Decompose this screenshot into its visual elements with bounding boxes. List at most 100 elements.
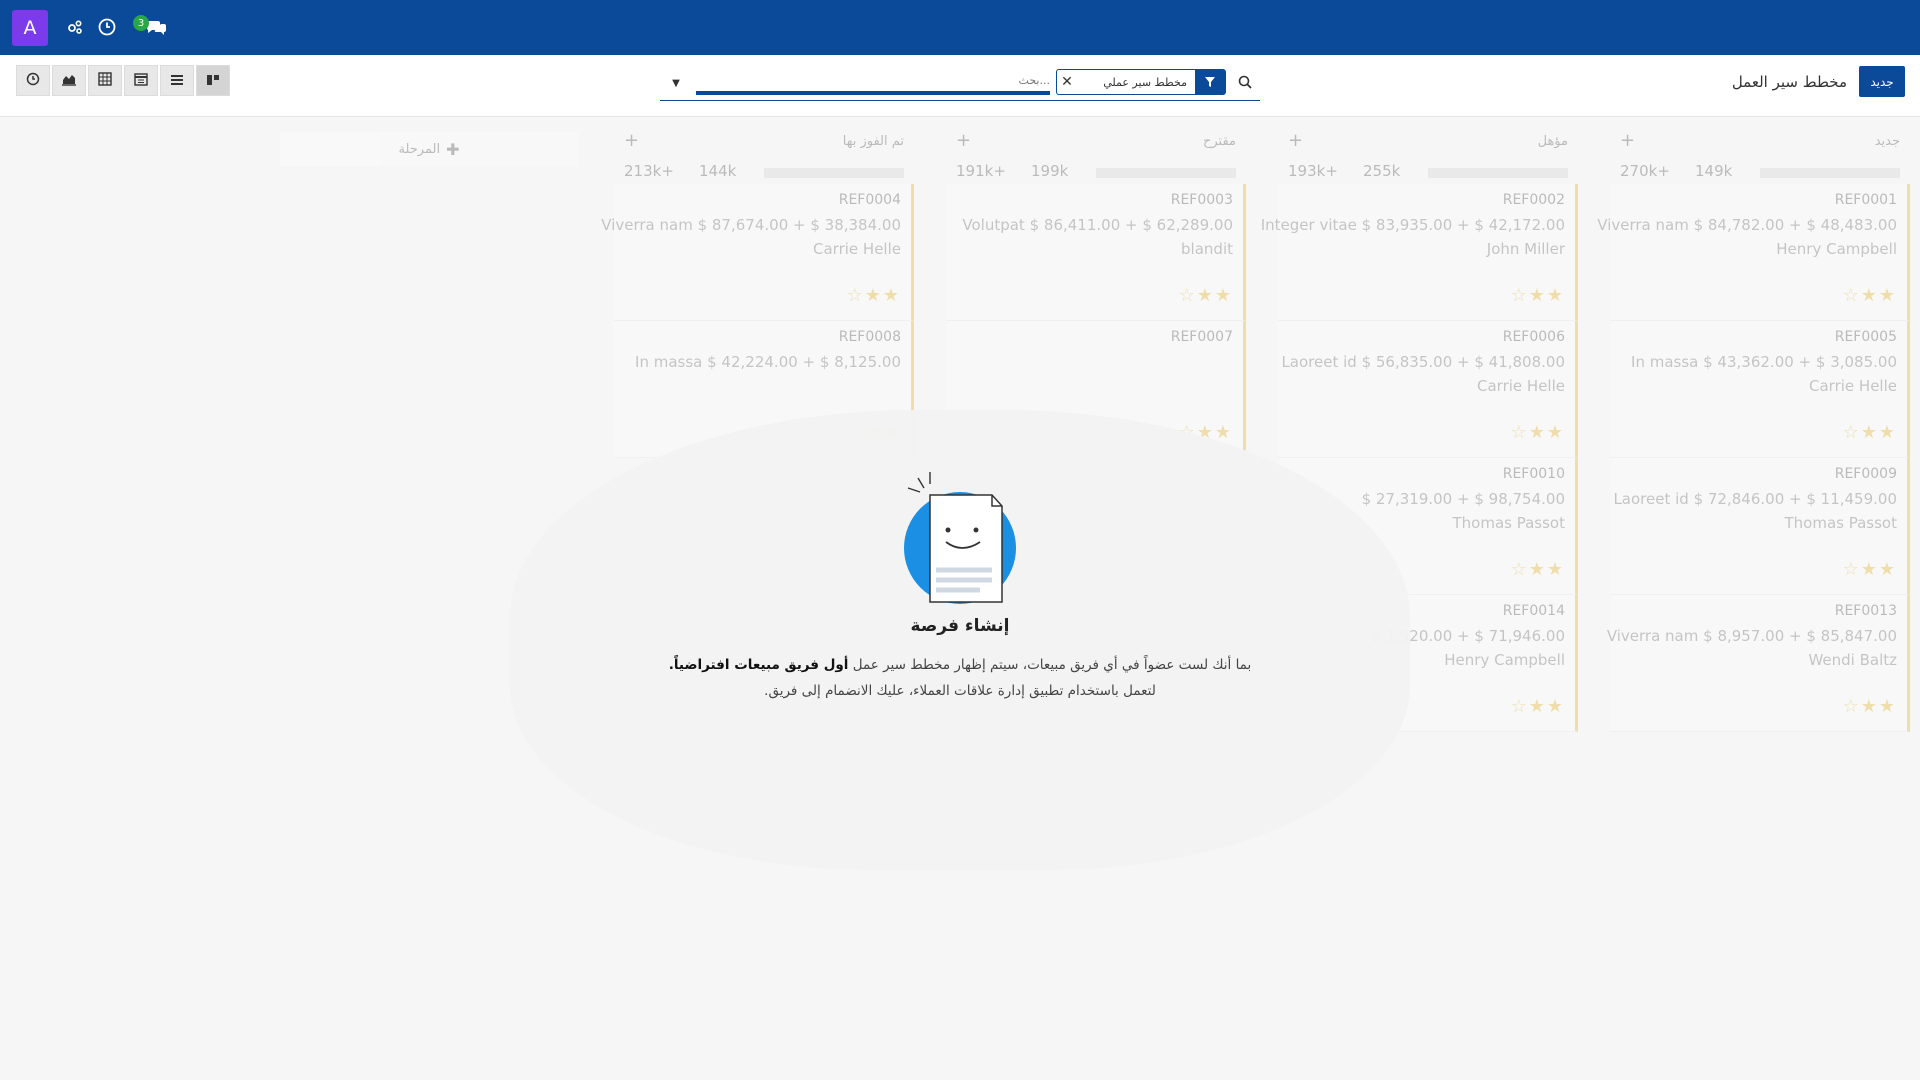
activity-view-button[interactable] bbox=[16, 65, 50, 96]
card-summary: Viverra nam $ 8,957.00 + $ 85,847.00 bbox=[1606, 627, 1897, 645]
column-title: مقترح bbox=[1202, 134, 1236, 149]
list-icon bbox=[170, 71, 184, 90]
card-summary: Volutpat $ 86,411.00 + $ 62,289.00 bbox=[962, 216, 1233, 234]
kanban-card[interactable]: REF0005 In massa $ 43,362.00 + $ 3,085.00… bbox=[1610, 321, 1910, 458]
priority-stars-icon[interactable]: ☆★★ bbox=[1843, 559, 1897, 580]
card-summary: Viverra nam $ 87,674.00 + $ 38,384.00 bbox=[601, 216, 901, 234]
list-view-button[interactable] bbox=[160, 65, 194, 96]
priority-stars-icon[interactable]: ☆★★ bbox=[1511, 422, 1565, 443]
card-summary: $ 27,319.00 + $ 98,754.00 bbox=[1361, 490, 1565, 508]
priority-stars-icon[interactable]: ☆★★ bbox=[1843, 285, 1897, 306]
card-summary: Laoreet id $ 56,835.00 + $ 41,808.00 bbox=[1281, 353, 1565, 371]
filter-icon bbox=[1195, 70, 1225, 94]
plus-icon[interactable]: + bbox=[956, 130, 971, 151]
card-ref: REF0001 bbox=[1834, 192, 1897, 208]
card-ref: REF0014 bbox=[1502, 603, 1565, 619]
column-header: مقترح + bbox=[946, 130, 1246, 160]
card-salesperson: blandit bbox=[1181, 240, 1233, 258]
column-subtotal: 199k bbox=[1031, 162, 1069, 180]
search-bar: مخطط سير عملي ✕ ▼ bbox=[660, 65, 1260, 101]
progress-bar bbox=[764, 168, 904, 178]
column-title: جديد bbox=[1874, 134, 1900, 149]
kanban-column: مقترح +191k+ 199k REF0003 Volutpat $ 86,411.… bbox=[946, 130, 1246, 458]
progress-bar bbox=[1096, 168, 1236, 178]
clock-icon bbox=[26, 71, 40, 90]
column-total: 213k+ bbox=[624, 162, 674, 180]
card-salesperson: Thomas Passot bbox=[1784, 514, 1898, 532]
card-salesperson: Wendi Baltz bbox=[1808, 651, 1897, 669]
help-panel: إنشاء فرصة بما أنك لست عضواً في أي فريق … bbox=[660, 470, 1260, 704]
card-summary: Viverra nam $ 84,782.00 + $ 48,483.00 bbox=[1597, 216, 1897, 234]
new-button[interactable]: جديد bbox=[1859, 66, 1905, 97]
facet-label: مخطط سير عملي bbox=[1103, 75, 1187, 89]
column-title: مؤهل bbox=[1537, 134, 1568, 149]
kanban-card[interactable]: REF0002 Integer vitae $ 83,935.00 + $ 42,… bbox=[1261, 184, 1578, 321]
card-salesperson: Thomas Passot bbox=[1452, 514, 1566, 532]
column-progress: 191k+ 199k bbox=[946, 160, 1246, 184]
calendar-icon bbox=[134, 71, 148, 90]
priority-stars-icon[interactable]: ☆★★ bbox=[1511, 285, 1565, 306]
priority-stars-icon[interactable]: ☆★★ bbox=[1843, 696, 1897, 717]
plus-icon: ✚ bbox=[446, 139, 460, 159]
calendar-view-button[interactable] bbox=[124, 65, 158, 96]
help-text-part2: لتعمل باستخدام تطبيق إدارة علاقات العملا… bbox=[764, 683, 1156, 699]
kanban-card[interactable]: REF0006 Laoreet id $ 56,835.00 + $ 41,808… bbox=[1278, 321, 1578, 458]
close-icon[interactable]: ✕ bbox=[1057, 74, 1077, 90]
clock-icon[interactable] bbox=[94, 14, 120, 40]
add-stage-label: المرحلة bbox=[398, 141, 441, 157]
priority-stars-icon[interactable]: ☆★★ bbox=[847, 285, 901, 306]
search-input[interactable] bbox=[696, 71, 1050, 95]
card-ref: REF0004 bbox=[838, 192, 901, 208]
control-panel: جديد مخطط سير العمل مخطط سير عملي ✕ ▼ bbox=[0, 55, 1920, 117]
column-header: مؤهل + bbox=[1278, 130, 1578, 160]
card-ref: REF0003 bbox=[1170, 192, 1233, 208]
kanban-column: تم الفوز بها +213k+ 144k REF0004 Viverra nam… bbox=[601, 130, 914, 458]
help-text: بما أنك لست عضواً في أي فريق مبيعات، سيت… bbox=[660, 652, 1260, 704]
graph-view-button[interactable] bbox=[52, 65, 86, 96]
kanban-card[interactable]: REF0009 Laoreet id $ 72,846.00 + $ 11,459… bbox=[1610, 458, 1910, 595]
card-salesperson: Henry Campbell bbox=[1444, 651, 1565, 669]
table-icon bbox=[98, 71, 112, 90]
plus-icon[interactable]: + bbox=[1288, 130, 1303, 151]
progress-bar bbox=[1428, 168, 1568, 178]
priority-stars-icon[interactable]: ☆★★ bbox=[1511, 559, 1565, 580]
progress-bar bbox=[1760, 168, 1900, 178]
card-ref: REF0013 bbox=[1834, 603, 1897, 619]
column-progress: 270k+ 149k bbox=[1610, 160, 1910, 184]
card-ref: REF0005 bbox=[1834, 329, 1897, 345]
avatar[interactable]: A bbox=[12, 10, 48, 46]
search-icon[interactable] bbox=[1234, 71, 1256, 93]
plus-icon[interactable]: + bbox=[624, 130, 639, 151]
priority-stars-icon[interactable]: ☆★★ bbox=[1511, 696, 1565, 717]
column-subtotal: 144k bbox=[699, 162, 737, 180]
add-stage-button[interactable]: المرحلة ✚ bbox=[280, 132, 578, 166]
column-header: تم الفوز بها + bbox=[614, 130, 914, 160]
help-text-bold: أول فريق مبيعات افتراضياً. bbox=[668, 657, 849, 673]
kanban-card[interactable]: REF0001 Viverra nam $ 84,782.00 + $ 48,48… bbox=[1597, 184, 1910, 321]
caret-down-icon[interactable]: ▼ bbox=[668, 75, 684, 91]
kanban-column: جديد +270k+ 149k REF0001 Viverra nam $ 84,78… bbox=[1597, 130, 1910, 732]
priority-stars-icon[interactable]: ☆★★ bbox=[1843, 422, 1897, 443]
kanban-icon bbox=[206, 71, 220, 90]
help-title: إنشاء فرصة bbox=[910, 616, 1010, 636]
help-text-part1: بما أنك لست عضواً في أي فريق مبيعات، سيت… bbox=[848, 657, 1252, 673]
kanban-view-button[interactable] bbox=[196, 65, 230, 96]
card-salesperson: Carrie Helle bbox=[1477, 377, 1565, 395]
card-ref: REF0006 bbox=[1502, 329, 1565, 345]
column-title: تم الفوز بها bbox=[842, 134, 904, 149]
kanban-card[interactable]: REF0013 Viverra nam $ 8,957.00 + $ 85,847… bbox=[1606, 595, 1910, 732]
activity-icon[interactable] bbox=[62, 14, 88, 40]
kanban-card[interactable]: REF0003 Volutpat $ 86,411.00 + $ 62,289.0… bbox=[946, 184, 1246, 321]
search-facet: مخطط سير عملي ✕ bbox=[1056, 69, 1226, 95]
messages-badge: 3 bbox=[133, 15, 149, 31]
card-summary: In massa $ 42,224.00 + $ 8,125.00 bbox=[635, 353, 901, 371]
card-salesperson: Henry Campbell bbox=[1776, 240, 1897, 258]
card-summary: Integer vitae $ 83,935.00 + $ 42,172.00 bbox=[1260, 216, 1565, 234]
card-ref: REF0010 bbox=[1502, 466, 1565, 482]
plus-icon[interactable]: + bbox=[1620, 130, 1635, 151]
priority-stars-icon[interactable]: ☆★★ bbox=[1179, 285, 1233, 306]
column-progress: 213k+ 144k bbox=[614, 160, 914, 184]
kanban-card[interactable]: REF0004 Viverra nam $ 87,674.00 + $ 38,38… bbox=[601, 184, 914, 321]
pivot-view-button[interactable] bbox=[88, 65, 122, 96]
column-subtotal: 149k bbox=[1695, 162, 1733, 180]
